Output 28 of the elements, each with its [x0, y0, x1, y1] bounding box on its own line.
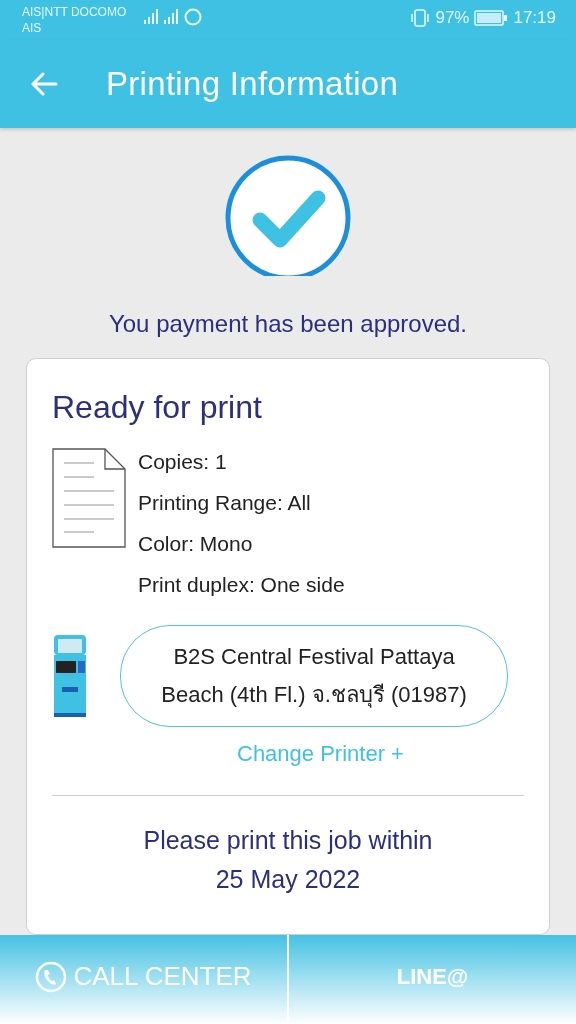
deadline-text: Please print this job within: [143, 826, 433, 855]
carrier-name: AIS|NTT DOCOMO: [22, 4, 127, 20]
clock-time: 17:19: [513, 8, 556, 28]
print-setting: Copies: 1: [138, 450, 228, 474]
card-title: Ready for print: [52, 389, 263, 426]
back-arrow-icon: [30, 72, 58, 96]
print-setting: Color: Mono: [138, 532, 254, 556]
loading-icon: [184, 8, 203, 26]
vibrate-icon: [410, 9, 431, 27]
phone-icon: [35, 960, 68, 993]
printer-kiosk-icon: [52, 635, 88, 717]
change-printer-link[interactable]: Change Printer +: [237, 741, 404, 767]
approval-message: You payment has been approved.: [108, 310, 468, 338]
call-center-button[interactable]: CALL CENTER: [0, 935, 287, 1024]
print-setting: Print duplex: One side: [138, 573, 345, 597]
line-button[interactable]: LINE@: [287, 935, 576, 1024]
print-setting: Printing Range: All: [138, 491, 312, 515]
screen-title: Printing Information: [106, 65, 399, 103]
carrier-name: AIS: [22, 20, 43, 36]
document-icon: [52, 448, 126, 548]
signal-icon: [144, 8, 161, 25]
printer-location-button[interactable]: B2S Central Festival Pattaya Beach (4th Fl.) จ.ชลบุรี (01987): [120, 625, 508, 727]
deadline-text: 25 May 2022: [215, 865, 361, 894]
battery-percent: 97%: [435, 8, 470, 28]
checkmark-icon: [224, 154, 352, 276]
battery-icon: [474, 10, 509, 26]
back-button[interactable]: [30, 72, 58, 96]
signal-icon: [164, 8, 181, 25]
